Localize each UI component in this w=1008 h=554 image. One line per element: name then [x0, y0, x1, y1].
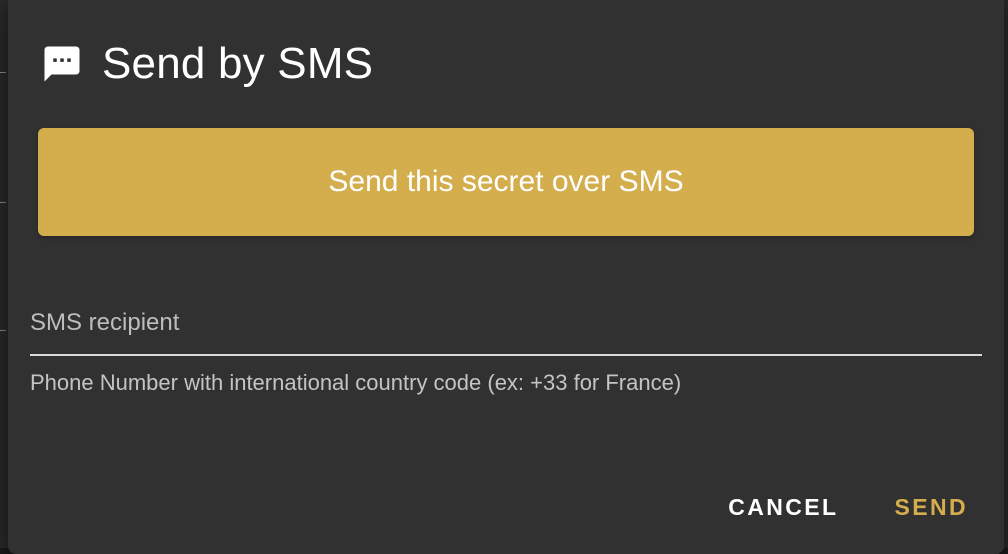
dialog-actions: CANCEL SEND [722, 486, 974, 529]
dialog-title: Send by SMS [102, 39, 374, 88]
sms-recipient-helper-text: Phone Number with international country … [30, 370, 682, 395]
send-secret-over-sms-button[interactable]: Send this secret over SMS [38, 128, 974, 236]
sms-recipient-input[interactable] [30, 294, 982, 356]
background-page-left [0, 0, 8, 548]
dialog-header: Send by SMS [40, 38, 373, 90]
sms-message-icon [40, 42, 84, 86]
background-divider [0, 72, 6, 73]
send-button[interactable]: SEND [888, 486, 974, 529]
sms-recipient-field: Phone Number with international country … [30, 294, 982, 396]
background-divider [0, 330, 6, 331]
background-divider [0, 202, 6, 203]
cancel-button[interactable]: CANCEL [722, 486, 844, 529]
send-sms-dialog: Send by SMS Send this secret over SMS Ph… [8, 0, 1004, 554]
